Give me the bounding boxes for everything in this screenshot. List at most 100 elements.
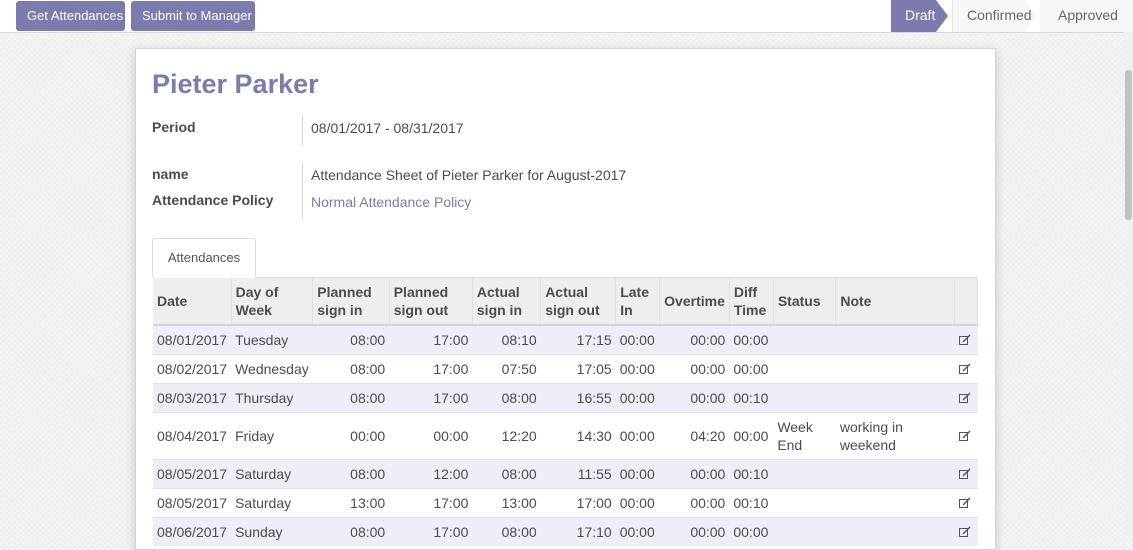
column-header-planned-sign-in[interactable]: Planned sign in (312, 278, 390, 326)
column-header-note[interactable]: Note (835, 278, 956, 326)
table-header-row: Date Day of Week Planned sign in Planned… (153, 278, 978, 326)
cell-actions (954, 459, 978, 489)
cell-note (835, 517, 955, 546)
cell-planned-sign-out: 12:00 (389, 459, 473, 489)
cell-status (773, 488, 836, 518)
column-header-status[interactable]: Status (773, 278, 837, 326)
cell-planned-sign-in: 08:00 (312, 383, 390, 413)
column-header-day-of-week[interactable]: Day of Week (231, 278, 314, 326)
stage-approved[interactable]: Approved (1040, 0, 1133, 32)
period-label: Period (152, 119, 196, 135)
cell-planned-sign-out: 17:00 (389, 354, 473, 384)
cell-note: working in weekend (835, 412, 955, 460)
cell-actual-sign-out: 14:30 (540, 412, 616, 460)
cell-status (773, 354, 836, 384)
cell-diff-time: 00:00 (729, 354, 774, 384)
column-header-late-in[interactable]: Late In (615, 278, 661, 326)
record-title: Pieter Parker (152, 69, 319, 99)
cell-diff-time: 00:10 (729, 459, 774, 489)
cell-actual-sign-in: 08:00 (472, 517, 541, 546)
cell-note (835, 488, 955, 518)
cell-overtime: 00:00 (659, 459, 730, 489)
cell-actual-sign-in: 08:00 (472, 459, 541, 489)
cell-status (773, 517, 836, 546)
edit-icon[interactable] (958, 430, 971, 441)
table-row[interactable]: 08/05/2017 Saturday 13:00 17:00 13:00 17… (153, 488, 978, 518)
scrollbar-thumb[interactable] (1125, 70, 1132, 220)
cell-planned-sign-out: 17:00 (389, 383, 473, 413)
cell-overtime: 00:00 (659, 354, 730, 384)
cell-overtime: 00:00 (659, 324, 730, 355)
cell-overtime: 00:00 (659, 383, 730, 413)
cell-note (835, 354, 955, 384)
cell-day: Sunday (231, 517, 313, 546)
cell-date: 08/02/2017 (153, 354, 232, 384)
column-header-actual-sign-in[interactable]: Actual sign in (472, 278, 542, 326)
table-row[interactable]: 08/05/2017 Saturday 08:00 12:00 08:00 11… (153, 459, 978, 489)
cell-actual-sign-out: 17:10 (540, 517, 616, 546)
cell-diff-time: 00:00 (729, 324, 774, 355)
column-header-planned-sign-out[interactable]: Planned sign out (389, 278, 473, 326)
cell-late-in: 00:00 (615, 383, 660, 413)
status-bar: Get Attendances Submit to Manager Draft … (0, 0, 1133, 33)
cell-late-in: 00:00 (615, 488, 660, 518)
cell-planned-sign-in: 08:00 (312, 324, 390, 355)
column-header-date[interactable]: Date (153, 278, 232, 326)
edit-icon[interactable] (958, 363, 971, 374)
cell-overtime: 04:20 (659, 412, 730, 460)
cell-actual-sign-in: 12:20 (472, 412, 541, 460)
stage-confirmed[interactable]: Confirmed (952, 0, 1037, 32)
cell-date: 08/05/2017 (153, 459, 232, 489)
page-scrollbar[interactable] (1124, 32, 1133, 536)
table-row[interactable]: 08/02/2017 Wednesday 08:00 17:00 07:50 1… (153, 354, 978, 384)
cell-diff-time: 00:00 (729, 517, 774, 546)
cell-actual-sign-in: 08:00 (472, 383, 541, 413)
table-row[interactable]: 08/06/2017 Sunday 08:00 17:00 08:00 17:1… (153, 517, 978, 546)
tab-attendances[interactable]: Attendances (152, 238, 256, 278)
get-attendances-button[interactable]: Get Attendances (16, 1, 125, 31)
name-label: name (152, 166, 189, 182)
cell-day: Saturday (231, 459, 313, 489)
column-header-actual-sign-out[interactable]: Actual sign out (540, 278, 617, 326)
cell-late-in: 00:00 (615, 517, 660, 546)
cell-late-in: 00:00 (615, 459, 660, 489)
cell-actual-sign-out: 16:55 (540, 383, 616, 413)
cell-day: Thursday (231, 383, 313, 413)
cell-day: Wednesday (231, 354, 313, 384)
cell-planned-sign-in: 13:00 (312, 488, 390, 518)
field-divider (302, 115, 303, 145)
cell-actual-sign-in: 13:00 (472, 488, 541, 518)
cell-diff-time: 00:10 (729, 383, 774, 413)
cell-late-in: 00:00 (615, 412, 660, 460)
cell-date: 08/01/2017 (153, 324, 232, 355)
edit-icon[interactable] (958, 497, 971, 508)
column-header-diff-time[interactable]: Diff Time (729, 278, 774, 326)
cell-actual-sign-in: 07:50 (472, 354, 541, 384)
table-row[interactable]: 08/03/2017 Thursday 08:00 17:00 08:00 16… (153, 383, 978, 413)
cell-actions (954, 383, 978, 413)
edit-icon[interactable] (958, 392, 971, 403)
cell-actual-sign-in: 08:10 (472, 324, 541, 355)
edit-icon[interactable] (958, 334, 971, 345)
edit-icon[interactable] (958, 526, 971, 537)
cell-status: Week End (773, 412, 836, 460)
column-header-overtime[interactable]: Overtime (659, 278, 730, 326)
cell-late-in: 00:00 (615, 324, 660, 355)
table-row[interactable]: 08/01/2017 Tuesday 08:00 17:00 08:10 17:… (153, 324, 978, 355)
cell-planned-sign-in: 08:00 (312, 354, 390, 384)
cell-status (773, 324, 836, 355)
table-row[interactable]: 08/04/2017 Friday 00:00 00:00 12:20 14:3… (153, 412, 978, 460)
cell-note (835, 383, 955, 413)
attendances-table: Date Day of Week Planned sign in Planned… (153, 278, 978, 546)
stage-draft[interactable]: Draft (891, 0, 948, 32)
submit-to-manager-button[interactable]: Submit to Manager (131, 1, 255, 31)
cell-planned-sign-in: 00:00 (312, 412, 390, 460)
attendance-policy-label: Attendance Policy (152, 192, 274, 208)
cell-actual-sign-out: 17:15 (540, 324, 616, 355)
cell-planned-sign-out: 17:00 (389, 517, 473, 546)
cell-actual-sign-out: 17:00 (540, 488, 616, 518)
cell-actual-sign-out: 11:55 (540, 459, 616, 489)
cell-note (835, 324, 955, 355)
attendance-policy-link[interactable]: Normal Attendance Policy (311, 194, 471, 210)
edit-icon[interactable] (958, 468, 971, 479)
